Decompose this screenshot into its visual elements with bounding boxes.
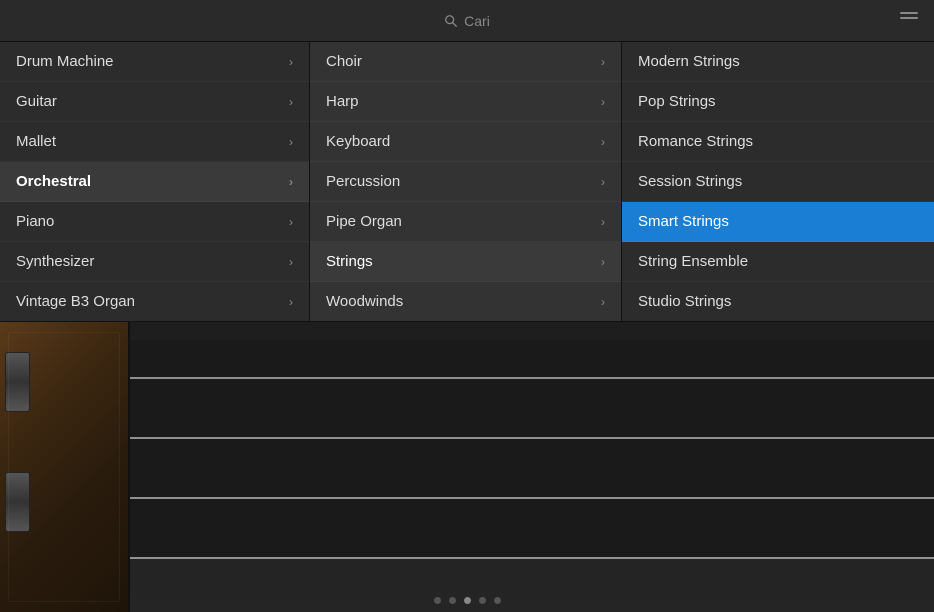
sidebar-item-orchestral[interactable]: Orchestral › [0, 162, 309, 202]
instrument-item-modern-strings[interactable]: Modern Strings [622, 42, 934, 82]
search-bar: Cari [0, 0, 934, 42]
search-icon [444, 14, 458, 28]
chevron-right-icon: › [601, 175, 605, 189]
menu-item-label: Modern Strings [638, 53, 740, 70]
menus-container: Drum Machine›Guitar›Mallet›Orchestral›Pi… [0, 42, 934, 322]
pagination-dot-2[interactable] [464, 597, 471, 604]
menu-item-label: Guitar [16, 93, 57, 110]
guitar-string-4 [130, 557, 934, 559]
string-section-2 [130, 439, 934, 497]
menu-item-label: Woodwinds [326, 293, 403, 310]
subcategory-item-percussion[interactable]: Percussion › [310, 162, 621, 202]
subcategory-column: Choir›Harp›Keyboard›Percussion›Pipe Orga… [310, 42, 622, 322]
pagination-dot-4[interactable] [494, 597, 501, 604]
pagination-dot-3[interactable] [479, 597, 486, 604]
tuning-peg-2 [5, 472, 30, 532]
menu-item-label: Percussion [326, 173, 400, 190]
subcategory-item-strings[interactable]: Strings › [310, 242, 621, 282]
menu-separator [0, 321, 934, 322]
sidebar-item-piano[interactable]: Piano › [0, 202, 309, 242]
chevron-right-icon: › [601, 255, 605, 269]
sidebar-item-drum-machine[interactable]: Drum Machine › [0, 42, 309, 82]
menu-item-label: Smart Strings [638, 213, 729, 230]
menu-item-label: Synthesizer [16, 253, 94, 270]
menu-item-label: Romance Strings [638, 133, 753, 150]
chevron-right-icon: › [601, 135, 605, 149]
instrument-item-romance-strings[interactable]: Romance Strings [622, 122, 934, 162]
instrument-item-studio-strings[interactable]: Studio Strings [622, 282, 934, 322]
chevron-right-icon: › [601, 55, 605, 69]
pagination-dots [0, 597, 934, 604]
chevron-right-icon: › [289, 95, 293, 109]
menu-item-label: Orchestral [16, 173, 91, 190]
chevron-right-icon: › [289, 175, 293, 189]
tuning-peg-1 [5, 352, 30, 412]
sidebar-item-synthesizer[interactable]: Synthesizer › [0, 242, 309, 282]
chevron-right-icon: › [601, 215, 605, 229]
menu-item-label: Choir [326, 53, 362, 70]
instrument-item-string-ensemble[interactable]: String Ensemble [622, 242, 934, 282]
category-column: Drum Machine›Guitar›Mallet›Orchestral›Pi… [0, 42, 310, 322]
sidebar-item-guitar[interactable]: Guitar › [0, 82, 309, 122]
strings-area[interactable] [130, 322, 934, 612]
chevron-right-icon: › [289, 215, 293, 229]
subcategory-item-pipe-organ[interactable]: Pipe Organ › [310, 202, 621, 242]
chevron-right-icon: › [289, 55, 293, 69]
instrument-item-session-strings[interactable]: Session Strings [622, 162, 934, 202]
menu-item-label: Keyboard [326, 133, 390, 150]
menu-item-label: Piano [16, 213, 54, 230]
chevron-right-icon: › [289, 255, 293, 269]
string-section-3 [130, 499, 934, 557]
chevron-right-icon: › [289, 295, 293, 309]
instrument-visual [0, 322, 934, 612]
pagination-dot-1[interactable] [449, 597, 456, 604]
menu-item-label: Drum Machine [16, 53, 114, 70]
instrument-item-pop-strings[interactable]: Pop Strings [622, 82, 934, 122]
subcategory-item-woodwinds[interactable]: Woodwinds › [310, 282, 621, 322]
chevron-right-icon: › [601, 295, 605, 309]
menu-item-label: String Ensemble [638, 253, 748, 270]
menu-item-label: Session Strings [638, 173, 742, 190]
sidebar-item-vintage-b3-organ[interactable]: Vintage B3 Organ › [0, 282, 309, 322]
menu-item-label: Strings [326, 253, 373, 270]
menu-item-label: Mallet [16, 133, 56, 150]
menu-item-label: Harp [326, 93, 359, 110]
subcategory-item-choir[interactable]: Choir › [310, 42, 621, 82]
chevron-right-icon: › [289, 135, 293, 149]
sidebar-item-mallet[interactable]: Mallet › [0, 122, 309, 162]
menu-icon[interactable] [900, 12, 918, 19]
string-section-0 [130, 340, 934, 377]
menu-item-label: Studio Strings [638, 293, 731, 310]
instrument-item-smart-strings[interactable]: Smart Strings [622, 202, 934, 242]
subcategory-item-harp[interactable]: Harp › [310, 82, 621, 122]
menu-item-label: Pop Strings [638, 93, 716, 110]
subcategory-item-keyboard[interactable]: Keyboard › [310, 122, 621, 162]
pagination-dot-0[interactable] [434, 597, 441, 604]
search-input-label[interactable]: Cari [464, 13, 490, 29]
instrument-body [0, 322, 130, 612]
menu-item-label: Pipe Organ [326, 213, 402, 230]
string-section-1 [130, 379, 934, 437]
chevron-right-icon: › [601, 95, 605, 109]
menu-item-label: Vintage B3 Organ [16, 293, 135, 310]
instrument-column: Modern Strings Pop Strings Romance Strings… [622, 42, 934, 322]
